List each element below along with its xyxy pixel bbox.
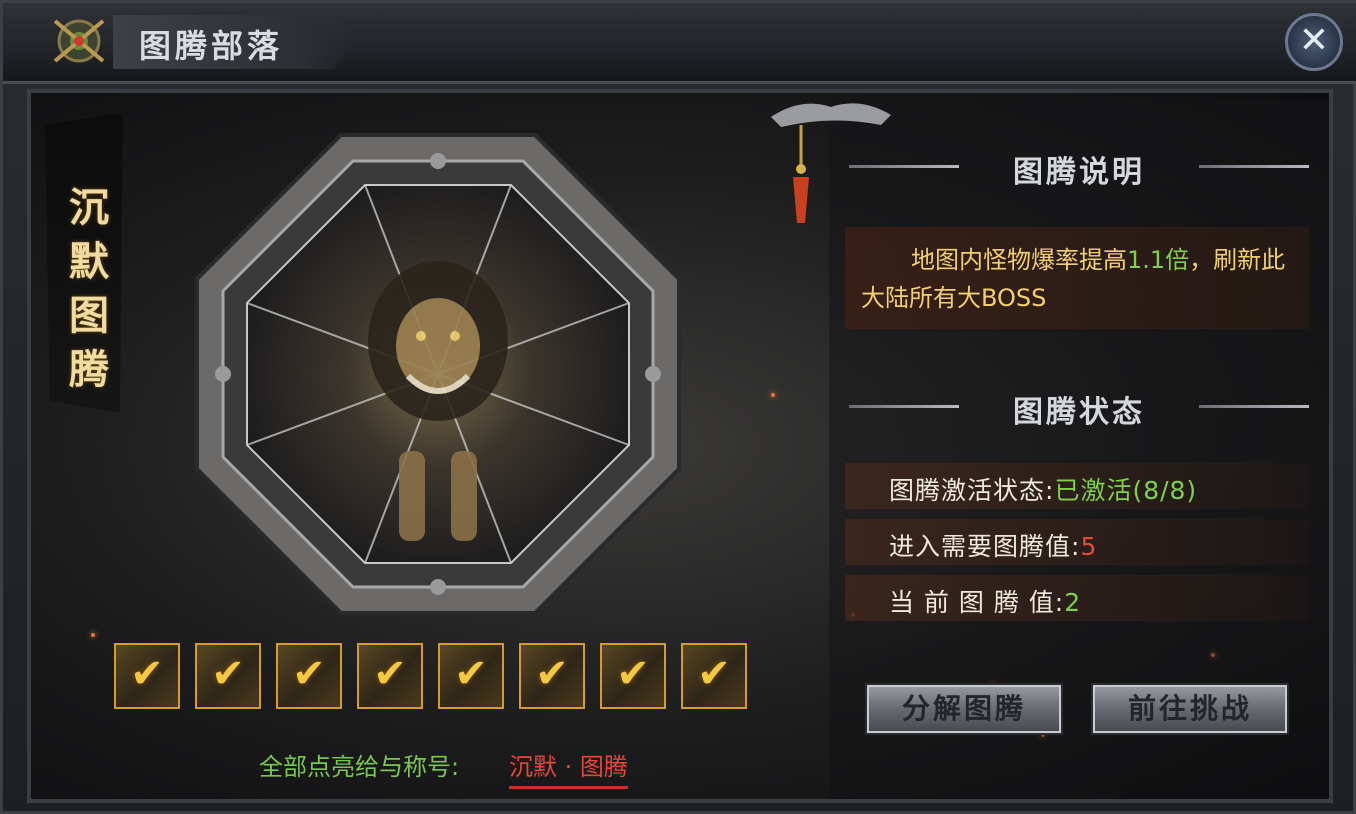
checkmark-icon: ✔ xyxy=(697,651,731,697)
close-button[interactable]: ✕ xyxy=(1285,13,1343,71)
status-line: 图腾激活状态:已激活(8/8) xyxy=(889,471,1197,507)
close-icon: ✕ xyxy=(1298,20,1330,61)
status-label: 当 前 图 腾 值: xyxy=(889,588,1065,617)
checkmark-icon: ✔ xyxy=(373,651,407,697)
checkmark-icon: ✔ xyxy=(616,651,650,697)
totem-slot[interactable]: ✔ xyxy=(114,643,180,709)
totem-name: 沉 默 图 腾 xyxy=(61,181,117,397)
totem-slot[interactable]: ✔ xyxy=(519,643,585,709)
checkmark-icon: ✔ xyxy=(454,651,488,697)
totem-slot[interactable]: ✔ xyxy=(600,643,666,709)
status-value: 5 xyxy=(1080,532,1098,561)
decompose-totem-button[interactable]: 分解图腾 xyxy=(865,683,1063,735)
status-label: 图腾激活状态: xyxy=(889,476,1055,505)
totem-slot[interactable]: ✔ xyxy=(276,643,342,709)
reward-label: 全部点亮给与称号: xyxy=(259,753,460,781)
reward-title-link[interactable]: 沉默 · 图腾 xyxy=(509,747,628,789)
totem-name-char: 图 xyxy=(69,292,109,339)
drop-rate-value: 1.1倍 xyxy=(1127,246,1190,274)
totem-slot[interactable]: ✔ xyxy=(195,643,261,709)
window-title: 图腾部落 xyxy=(139,27,284,65)
status-title: 图腾状态 xyxy=(1013,395,1145,430)
checkmark-icon: ✔ xyxy=(211,651,245,697)
status-value: 已激活(8/8) xyxy=(1054,476,1198,505)
title-bar: 图腾部落 ✕ xyxy=(3,3,1356,84)
description-header: 图腾说明 xyxy=(849,147,1309,190)
totem-name-char: 默 xyxy=(69,238,109,285)
description-part: 地图内怪物爆率提高 xyxy=(911,246,1127,274)
tribe-emblem-icon xyxy=(53,19,105,63)
totem-slot[interactable]: ✔ xyxy=(681,643,747,709)
description-title: 图腾说明 xyxy=(1013,155,1145,190)
checkmark-icon: ✔ xyxy=(130,651,164,697)
totem-name-char: 腾 xyxy=(69,346,109,393)
totem-octagon xyxy=(195,133,681,615)
status-label: 进入需要图腾值: xyxy=(889,532,1081,561)
status-header: 图腾状态 xyxy=(849,387,1309,430)
status-line: 进入需要图腾值:5 xyxy=(889,527,1097,563)
status-line: 当 前 图 腾 值:2 xyxy=(889,583,1081,619)
challenge-button[interactable]: 前往挑战 xyxy=(1091,683,1289,735)
description-text: 地图内怪物爆率提高1.1倍，刷新此大陆所有大BOSS xyxy=(861,241,1301,317)
totem-slot[interactable]: ✔ xyxy=(438,643,504,709)
totem-name-char: 沉 xyxy=(69,184,109,231)
checkmark-icon: ✔ xyxy=(292,651,326,697)
checkmark-icon: ✔ xyxy=(535,651,569,697)
totem-slot[interactable]: ✔ xyxy=(357,643,423,709)
totem-window: 图腾部落 ✕ 沉 默 图 腾 ✔ ✔ ✔ ✔ ✔ ✔ ✔ ✔ 全部点亮给与称号:… xyxy=(0,0,1356,814)
status-value: 2 xyxy=(1064,588,1082,617)
